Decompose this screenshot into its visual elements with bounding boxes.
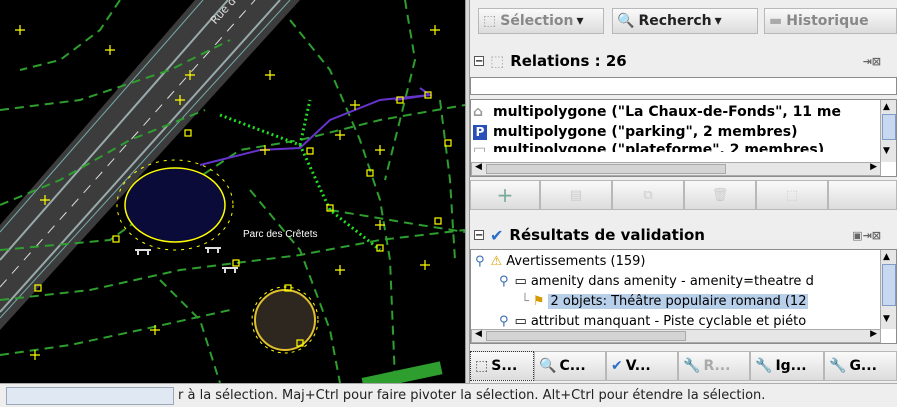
validation-title: Résultats de validation bbox=[509, 226, 705, 244]
wrench-icon: 🔧 bbox=[829, 358, 847, 374]
checkmark-icon: ✔ bbox=[611, 358, 623, 374]
parking-icon: P bbox=[473, 124, 487, 140]
relations-vscroll[interactable]: ▲ ▼ bbox=[880, 100, 896, 162]
tree-node[interactable]: ⚲ ▭ attribut manquant - Piste cyclable e… bbox=[499, 311, 806, 331]
collapse-icon[interactable]: − bbox=[474, 230, 484, 241]
relations-list[interactable]: ⌂ multipolygone ("La Chaux-de-Fonds", 11… bbox=[470, 99, 897, 177]
fix-button[interactable]: 🔧 R... bbox=[678, 351, 750, 381]
tree-handle-icon: ⚲ bbox=[499, 273, 509, 289]
collapse-icon[interactable]: − bbox=[474, 56, 484, 67]
list-item[interactable]: ⌂ multipolygone ("La Chaux-de-Fonds", 11… bbox=[473, 102, 841, 122]
round-feature bbox=[254, 289, 316, 351]
duplicate-relation-button[interactable]: ⧉ bbox=[612, 180, 684, 210]
tree-handle-icon: ⚲ bbox=[475, 253, 485, 269]
platform-icon: ▭ bbox=[473, 142, 487, 152]
list-item[interactable]: P multipolygone ("parking", 2 membres) bbox=[473, 122, 797, 142]
side-panels: ⬚ Sélection ▾ 🔍 Recherch ▾ ▬ Historique … bbox=[470, 0, 897, 383]
pond-area bbox=[124, 167, 226, 243]
tree-node[interactable]: └ ⚑ 2 objets: Théâtre populaire romand (… bbox=[521, 291, 809, 311]
validation-button-bar: ⬚ S... 🔍 C... ✔ V... 🔧 R... 🔧 Ig... 🔧 G... bbox=[470, 351, 897, 381]
ignore-button[interactable]: 🔧 Ig... bbox=[750, 351, 824, 381]
list-item[interactable]: ▭ multipolygone ("plateforme", 2 membres… bbox=[473, 142, 824, 152]
status-bar: r à la sélection. Maj+Ctrl pour faire pi… bbox=[0, 383, 897, 407]
selection-icon: ⬚ bbox=[483, 13, 497, 29]
plus-icon: + bbox=[496, 183, 514, 207]
selected-row: 2 objets: Théâtre populaire romand (12 bbox=[548, 293, 809, 309]
select-members-button[interactable]: ⬚ bbox=[756, 180, 828, 210]
zoom-icon: 🔍 bbox=[539, 358, 557, 374]
dropdown-arrow-icon: ▾ bbox=[714, 13, 722, 29]
edit-icon: ▤ bbox=[569, 187, 583, 203]
trash-icon: 🗑 bbox=[711, 187, 729, 203]
bench-icons bbox=[135, 247, 238, 273]
house-icon: ⌂ bbox=[473, 104, 484, 120]
validate-button[interactable]: ✔ V... bbox=[606, 351, 678, 381]
wrench-icon: 🔧 bbox=[683, 358, 701, 374]
zoom-button[interactable]: 🔍 C... bbox=[534, 351, 606, 381]
relations-title: Relations : 26 bbox=[510, 52, 627, 70]
duplicate-icon: ⧉ bbox=[643, 187, 653, 203]
history-tab-button[interactable]: ▬ Historique bbox=[764, 8, 897, 34]
wrench-icon: 🔧 bbox=[755, 358, 773, 374]
status-help-text: r à la sélection. Maj+Ctrl pour faire pi… bbox=[178, 388, 766, 403]
select-button[interactable]: ⬚ S... bbox=[470, 351, 534, 381]
search-icon: 🔍 bbox=[617, 13, 635, 29]
warning-icon: ⚠ bbox=[490, 253, 503, 269]
more-button[interactable] bbox=[828, 180, 897, 210]
pin-icon[interactable]: ⇥⊠ bbox=[863, 55, 881, 68]
folder-icon: ▭ bbox=[514, 273, 527, 289]
manage-button[interactable]: 🔧 G... bbox=[824, 351, 897, 381]
history-label: Historique bbox=[786, 13, 869, 29]
status-coordinates-field bbox=[6, 387, 174, 405]
tree-handle-icon: ⚲ bbox=[499, 313, 509, 329]
validation-panel-header[interactable]: − ✔ Résultats de validation ▣⇥⊠ bbox=[470, 221, 897, 249]
validation-hscroll[interactable]: ◀ ▶ bbox=[471, 329, 881, 343]
search-tab-button[interactable]: 🔍 Recherch ▾ bbox=[612, 8, 758, 34]
relation-icon: ⬚ bbox=[490, 52, 505, 70]
selection-label: Sélection bbox=[500, 13, 574, 29]
history-icon: ▬ bbox=[769, 13, 783, 29]
validation-vscroll[interactable]: ▲ ▼ bbox=[880, 250, 896, 329]
relations-filter-input[interactable] bbox=[470, 77, 897, 95]
park-label: Parc des Crêtets bbox=[243, 229, 318, 240]
check-icon: ✔ bbox=[490, 225, 504, 245]
map-canvas[interactable] bbox=[0, 0, 465, 383]
road-area bbox=[0, 0, 300, 330]
validation-tree[interactable]: ⚲ ⚠ Avertissements (159) ⚲ ▭ amenity dan… bbox=[470, 249, 897, 344]
delete-relation-button[interactable]: 🗑 bbox=[684, 180, 756, 210]
relations-button-bar: + ▤ ⧉ 🗑 ⬚ bbox=[470, 180, 897, 210]
map-view[interactable]: Rue du Co Parc des Crêtets bbox=[0, 0, 465, 383]
tree-node[interactable]: ⚲ ▭ amenity dans amenity - amenity=theat… bbox=[499, 271, 814, 291]
selection-tab-button[interactable]: ⬚ Sélection ▾ bbox=[478, 8, 604, 34]
tree-node[interactable]: ⚲ ⚠ Avertissements (159) bbox=[475, 251, 645, 271]
edit-relation-button[interactable]: ▤ bbox=[540, 180, 612, 210]
relations-hscroll[interactable]: ◀ ▶ bbox=[471, 162, 881, 176]
select-icon: ⬚ bbox=[475, 358, 489, 374]
add-relation-button[interactable]: + bbox=[470, 180, 540, 210]
relations-panel-header[interactable]: − ⬚ Relations : 26 ⇥⊠ bbox=[470, 47, 897, 75]
objects-icon: ⚑ bbox=[532, 293, 545, 309]
search-label: Recherch bbox=[638, 13, 712, 29]
pin-icon[interactable]: ▣⇥⊠ bbox=[852, 229, 881, 242]
folder-icon: ▭ bbox=[514, 313, 527, 329]
select-icon: ⬚ bbox=[785, 187, 799, 203]
dropdown-arrow-icon: ▾ bbox=[576, 13, 584, 29]
